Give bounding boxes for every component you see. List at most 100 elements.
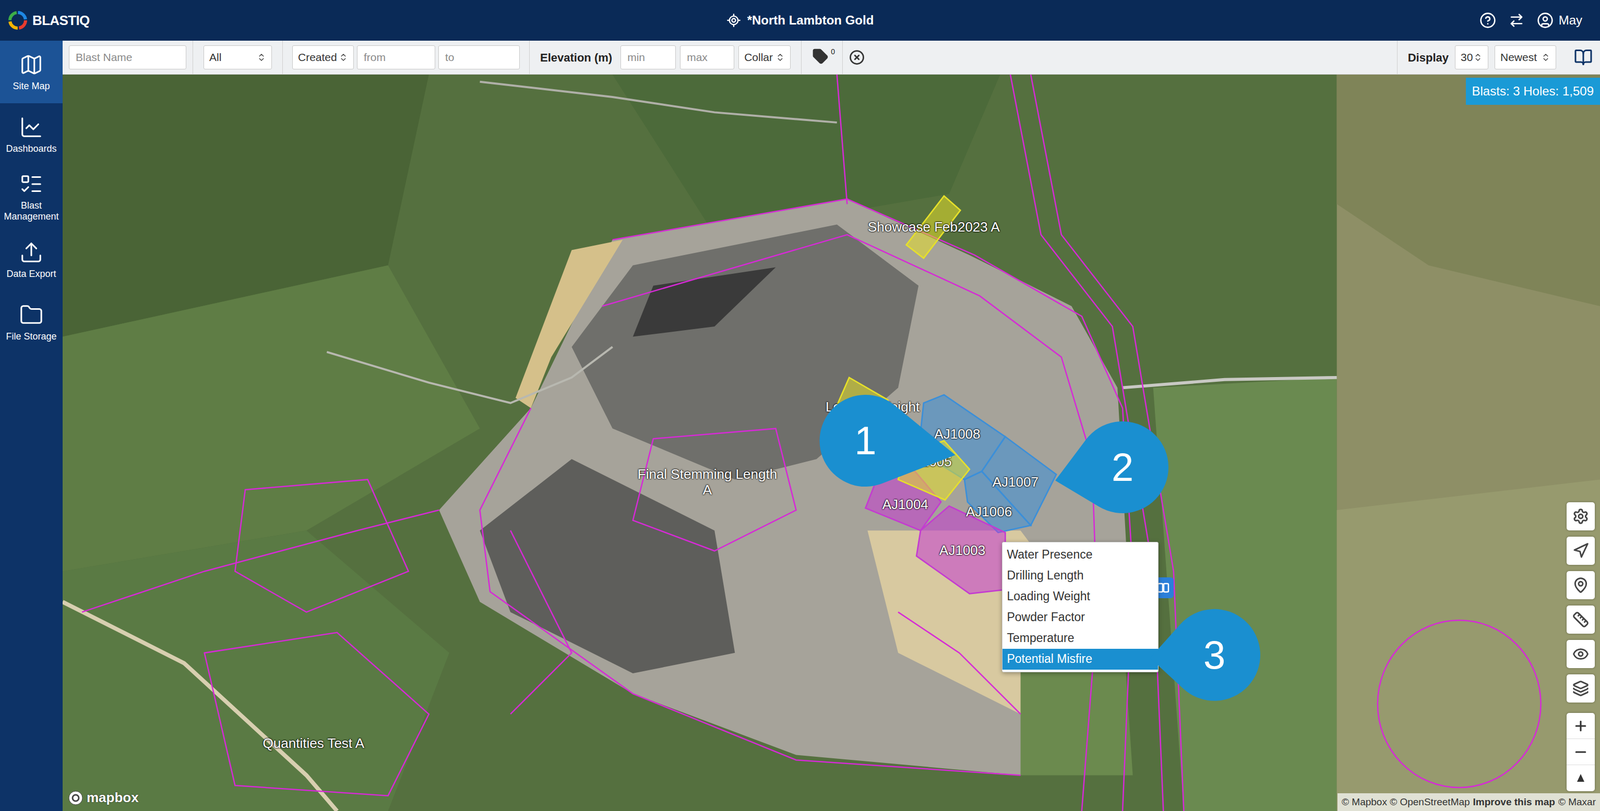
sidebar-item[interactable]: Blast Management — [0, 165, 63, 229]
blast-name-input[interactable] — [68, 45, 187, 70]
mapbox-logo[interactable]: mapbox — [67, 787, 139, 809]
map-label[interactable]: Final Stemming Length A — [636, 467, 778, 499]
mapbox-logo-text: mapbox — [86, 787, 139, 809]
minus-icon — [1572, 744, 1589, 761]
zoom-in-button[interactable] — [1566, 713, 1595, 740]
callout-shape — [819, 395, 956, 487]
map-tool-button[interactable] — [1566, 640, 1595, 669]
display-sort-select[interactable]: Newest — [1494, 45, 1557, 70]
site-locate-icon — [726, 13, 742, 28]
user-name: May — [1558, 10, 1583, 30]
display-label: Display — [1407, 49, 1449, 67]
context-menu-item[interactable]: Loading Weight — [1002, 586, 1158, 608]
tag-count: 0 — [830, 48, 835, 56]
sidebar: Site Map Dashboards Blast ManagementData E… — [0, 40, 63, 811]
help-icon[interactable] — [1479, 12, 1497, 29]
map-tool-icon — [1572, 646, 1590, 663]
elevation-max-input[interactable] — [679, 45, 735, 70]
context-menu-item[interactable]: Potential Misfire — [1002, 649, 1158, 671]
summary-badge: Blasts: 3 Holes: 1,509 — [1465, 77, 1600, 105]
zoom-controls — [1566, 713, 1595, 792]
map-tool-icon — [1572, 577, 1590, 594]
filter-group: Created — [282, 40, 530, 75]
date-field-select[interactable]: Created — [292, 45, 354, 70]
top-actions: May — [1064, 10, 1593, 30]
map-tool-button[interactable] — [1566, 605, 1595, 635]
sidebar-item-label: Dashboards — [5, 143, 57, 155]
map-label[interactable]: AJ1004 — [834, 497, 976, 513]
map-controls — [1566, 502, 1595, 792]
map-tool-icon — [1572, 611, 1590, 629]
elevation-reference-select[interactable]: Collar — [738, 45, 791, 70]
blast-area[interactable] — [204, 633, 429, 797]
select-arrow-icon — [775, 52, 785, 63]
brand[interactable]: BLASTIQ — [7, 9, 536, 31]
tags-filter[interactable]: 0 — [801, 40, 843, 75]
clear-filters[interactable] — [842, 40, 871, 75]
map-tool-icon — [1572, 680, 1590, 698]
callout-shape — [1150, 609, 1261, 702]
context-menu-item[interactable]: Temperature — [1002, 628, 1158, 650]
status-select[interactable]: All — [203, 45, 272, 70]
sidebar-item[interactable]: Dashboards — [0, 103, 63, 166]
sidebar-item[interactable]: File Storage — [0, 291, 63, 354]
sidebar-item-label: File Storage — [5, 331, 57, 343]
zoom-out-button[interactable] — [1566, 739, 1595, 766]
user-menu[interactable]: May — [1536, 10, 1583, 30]
context-menu-item[interactable]: Powder Factor — [1002, 607, 1158, 629]
select-value: All — [209, 49, 222, 66]
map-tool-button[interactable] — [1566, 502, 1595, 531]
marker-icon — [1156, 581, 1170, 595]
sidebar-item-icon — [19, 240, 44, 265]
elevation-min-input[interactable] — [620, 45, 676, 70]
select-arrow-icon — [256, 52, 267, 63]
display-count-select[interactable]: 30 — [1454, 45, 1489, 70]
map-canvas[interactable] — [62, 74, 1600, 811]
to-input[interactable] — [438, 45, 520, 70]
map-label[interactable]: AJ1006 — [918, 504, 1060, 521]
select-value: Created — [297, 49, 338, 66]
select-value: Collar — [744, 49, 773, 66]
map-label[interactable]: Quantities Test A — [243, 736, 385, 752]
sidebar-item[interactable]: Site Map — [0, 40, 63, 104]
app: BLASTIQ*North Lambton Gold May Site Map Das… — [0, 0, 1600, 811]
map-label[interactable]: Loading Weight — [802, 399, 943, 416]
map-tool-icon — [1572, 508, 1590, 525]
map-label[interactable]: Showcase Feb2023 A — [863, 219, 1005, 236]
map-label[interactable]: AJ1007 — [945, 474, 1086, 491]
callout-number: 2 — [1111, 447, 1134, 488]
map-tool-icon — [1572, 542, 1590, 560]
site-selector[interactable]: *North Lambton Gold — [535, 10, 1065, 30]
elevation-label: Elevation (m) — [540, 49, 613, 67]
map-tool-button[interactable] — [1566, 571, 1595, 600]
callout-number: 1 — [854, 421, 877, 461]
switch-user-icon[interactable] — [1508, 12, 1525, 29]
legend-toggle[interactable] — [1566, 40, 1600, 75]
compass-button[interactable] — [1566, 765, 1595, 792]
clear-icon — [849, 49, 865, 66]
select-arrow-icon — [338, 52, 349, 63]
improve-map-link[interactable]: Improve this map — [1473, 795, 1556, 811]
user-icon — [1536, 12, 1554, 29]
map[interactable]: Showcase Feb2023 A Loading Weight AJ1008 AJ… — [62, 74, 1600, 811]
map-label[interactable]: AJ1008 — [886, 426, 1028, 443]
blast-area[interactable] — [633, 428, 797, 552]
filter-group: All — [193, 40, 283, 75]
sidebar-item[interactable]: Data Export — [0, 228, 63, 292]
context-menu-item[interactable]: Water Presence — [1002, 544, 1158, 566]
map-tool-button[interactable] — [1566, 536, 1595, 566]
from-input[interactable] — [356, 45, 436, 70]
context-menu-item[interactable]: Drilling Length — [1002, 565, 1158, 587]
callout-number: 3 — [1203, 635, 1226, 676]
attribution-maxar: © Maxar — [1558, 795, 1596, 811]
filter-group — [62, 40, 194, 75]
sidebar-item-icon — [19, 52, 44, 77]
content: All Created Elevation (m) Collar 0 Display 30N… — [62, 40, 1600, 811]
compass-icon — [1575, 773, 1586, 784]
logo-icon — [7, 9, 29, 31]
body: Site Map Dashboards Blast ManagementData E… — [0, 40, 1600, 811]
map-tool-button[interactable] — [1566, 674, 1595, 703]
select-arrow-icon — [1541, 52, 1551, 63]
blast-area[interactable] — [898, 440, 970, 500]
map-label[interactable]: AJ1005 — [858, 454, 1000, 471]
